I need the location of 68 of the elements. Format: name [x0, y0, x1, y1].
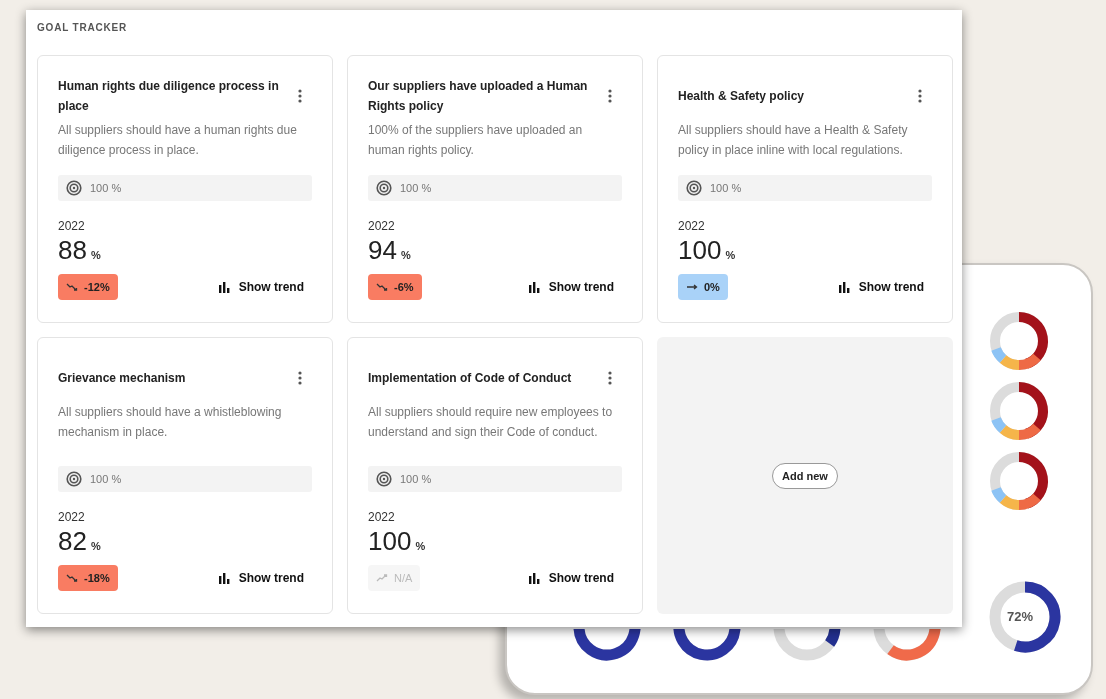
goal-description: 100% of the suppliers have uploaded an human rights policy.: [368, 122, 584, 159]
trend-up-icon: [376, 574, 388, 582]
gauge-reading: 72%: [1007, 609, 1034, 624]
target-icon: [66, 180, 82, 196]
goal-title: Human rights due diligence process in place: [58, 78, 280, 115]
goal-value: 100: [678, 235, 722, 266]
unit-label: %: [90, 249, 101, 261]
goal-description: All suppliers should require new employees to understand and sign their Code of conduct.: [368, 404, 614, 441]
unit-label: %: [415, 540, 426, 552]
goal-value: 88: [58, 235, 87, 266]
bar-chart-icon: [218, 572, 231, 584]
show-trend-button[interactable]: Show trend: [528, 571, 622, 585]
trend-badge: -12%: [58, 274, 118, 300]
year-label: 2022: [58, 510, 86, 524]
target-icon: [376, 471, 392, 487]
unit-label: %: [725, 249, 736, 261]
goal-description: All suppliers should have a Health & Safety policy in place inline with local regulations.: [678, 122, 909, 159]
goal-title: Our suppliers have uploaded a Human Rights policy: [368, 78, 589, 115]
target-icon: [66, 471, 82, 487]
trend-down-icon: [66, 574, 78, 582]
target-value: 100 %: [400, 182, 432, 194]
goal-description: All suppliers should have a human rights due diligence process in place.: [58, 122, 298, 159]
show-trend-button[interactable]: Show trend: [218, 280, 312, 294]
target-icon: [686, 180, 702, 196]
show-trend-button[interactable]: Show trend: [528, 280, 622, 294]
goal-value: 94: [368, 235, 397, 266]
more-options-icon[interactable]: [918, 89, 922, 103]
trend-badge: 0%: [678, 274, 728, 300]
goal-title: Implementation of Code of Conduct: [368, 370, 572, 387]
target-value: 100 %: [90, 182, 122, 194]
donut-chart-drawing: [673, 629, 741, 661]
donut-chart-drawing: [573, 629, 641, 661]
unit-label: %: [400, 249, 411, 261]
trend-badge: N/A: [368, 565, 421, 591]
unit-label: %: [90, 540, 101, 552]
bar-chart-icon: [218, 281, 231, 293]
target-value: 100 %: [90, 473, 122, 485]
more-options-icon[interactable]: [298, 89, 302, 103]
bar-chart-icon: [838, 281, 851, 293]
show-trend-button[interactable]: Show trend: [218, 571, 312, 585]
show-trend-button[interactable]: Show trend: [838, 280, 932, 294]
section-title: GOAL TRACKER: [37, 22, 128, 33]
year-label: 2022: [368, 510, 396, 524]
target-value: 100 %: [710, 182, 742, 194]
goal-value: 100: [368, 526, 412, 557]
more-options-icon[interactable]: [298, 371, 302, 385]
target-icon: [376, 180, 392, 196]
trend-down-icon: [376, 283, 388, 291]
add-new-button[interactable]: Add new: [772, 462, 838, 489]
donut-chart-drawing: [987, 309, 1051, 373]
bar-chart-icon: [528, 572, 541, 584]
more-options-icon[interactable]: [608, 371, 612, 385]
goal-title: Health & Safety policy: [678, 88, 805, 105]
year-label: 2022: [368, 219, 396, 233]
bar-chart-icon: [528, 281, 541, 293]
trend-badge: -6%: [368, 274, 422, 300]
trend-badge: -18%: [58, 565, 118, 591]
arrow-right-icon: [686, 283, 698, 291]
year-label: 2022: [678, 219, 706, 233]
target-value: 100 %: [400, 473, 432, 485]
donut-chart-drawing: [987, 449, 1051, 513]
goal-description: All suppliers should have a whistleblowing mechanism in place.: [58, 404, 283, 441]
goal-value: 82: [58, 526, 87, 557]
donut-chart-drawing: [987, 379, 1051, 443]
more-options-icon[interactable]: [608, 89, 612, 103]
goal-title: Grievance mechanism: [58, 370, 186, 387]
trend-down-icon: [66, 283, 78, 291]
year-label: 2022: [58, 219, 86, 233]
